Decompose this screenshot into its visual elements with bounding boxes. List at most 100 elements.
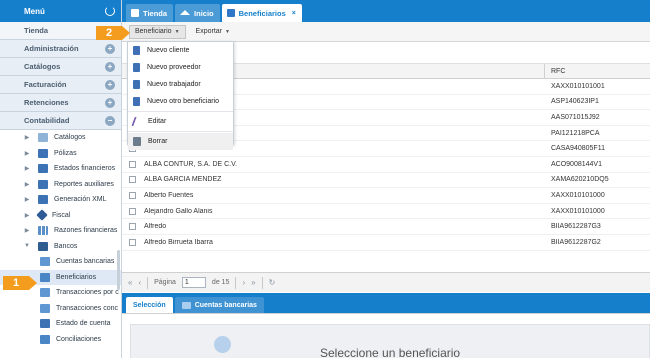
page-number-input[interactable]: 1 (181, 277, 206, 288)
tree-item-polizas[interactable]: ▶ Pólizas (0, 146, 121, 162)
refresh-icon[interactable]: ↻ (269, 278, 276, 287)
sidebar-group-administracion[interactable]: Administración + (0, 40, 121, 58)
sidebar-scrollbar[interactable] (117, 250, 120, 290)
menu-item-borrar[interactable]: Borrar (128, 133, 233, 150)
table-row[interactable]: Alberto Fuentes XAXX010101000 (122, 188, 650, 204)
last-page-button[interactable]: » (251, 278, 255, 287)
chevron-right-icon[interactable]: ▶ (22, 150, 32, 157)
chevron-right-icon[interactable]: ▶ (22, 212, 32, 219)
menu-item-label: Editar (148, 118, 167, 125)
divider (261, 276, 263, 289)
tab-beneficiarios[interactable]: Beneficiarios × (221, 4, 302, 22)
new-document-icon (133, 97, 140, 106)
tree-item-cuentas-bancarias[interactable]: Cuentas bancarias (0, 254, 121, 270)
refresh-icon[interactable] (105, 6, 115, 16)
sidebar-group-label: Administración (24, 44, 79, 53)
menu-item-nuevo-cliente[interactable]: Nuevo cliente (128, 42, 233, 59)
sidebar-group-label: Contabilidad (24, 116, 70, 125)
chevron-down-icon: ▼ (174, 28, 180, 35)
table-row[interactable]: ALBA GARCIA MENDEZ XAMA620210DQ5 (122, 173, 650, 189)
row-checkbox[interactable] (129, 223, 136, 231)
document-icon (40, 319, 50, 329)
table-row[interactable]: Alfredo BIIA9612287G3 (122, 219, 650, 235)
sidebar-group-facturacion[interactable]: Facturación + (0, 76, 121, 94)
column-header-rfc[interactable]: RFC (545, 64, 565, 78)
sidebar-group-label: Facturación (24, 80, 67, 89)
sidebar-group-catalogos[interactable]: Catálogos + (0, 58, 121, 76)
chevron-right-icon[interactable]: ▶ (22, 196, 32, 203)
tree-item-conciliaciones[interactable]: Conciliaciones (0, 332, 121, 348)
divider (235, 276, 237, 289)
chevron-right-icon[interactable]: ▶ (22, 165, 32, 172)
table-row[interactable]: Alfredo Birrueta Ibarra BIIA9612287G2 (122, 235, 650, 251)
expand-icon[interactable]: + (105, 43, 115, 54)
step-badge-1: 1 (3, 276, 37, 290)
tree-item-estado-de-cuenta[interactable]: Estado de cuenta (0, 316, 121, 332)
tree-item-label: Cuentas bancarias (56, 258, 115, 266)
cell-rfc: XAXX010101001 (551, 82, 605, 90)
tree-item-label: Estado de cuenta (56, 320, 111, 328)
row-checkbox[interactable] (129, 191, 136, 199)
row-checkbox[interactable] (129, 207, 136, 215)
detail-panel: Seleccione un beneficiario (122, 313, 650, 358)
sidebar-group-label: Catálogos (24, 62, 61, 71)
tree-item-estados-financieros[interactable]: ▶ Estados financieros (0, 161, 121, 177)
chart-icon (38, 226, 48, 236)
tab-inicio[interactable]: Inicio (175, 4, 220, 22)
exportar-menu-button[interactable]: Exportar ▼ (190, 25, 236, 39)
sidebar-group-retenciones[interactable]: Retenciones + (0, 94, 121, 112)
tree-item-label: Conciliaciones (56, 335, 102, 343)
divider (147, 276, 149, 289)
chevron-right-icon[interactable]: ▶ (22, 181, 32, 188)
tree-item-catalogos[interactable]: ▶ Catálogos (0, 130, 121, 146)
cell-rfc: CASA940805F11 (551, 145, 605, 153)
tree-item-transacciones-conc[interactable]: Transacciones conc (0, 301, 121, 317)
cell-rfc: PAI121218PCA (551, 129, 600, 137)
menu-item-nuevo-trabajador[interactable]: Nuevo trabajador (128, 76, 233, 93)
tree-item-label: Catálogos (54, 134, 86, 142)
chevron-down-icon: ▼ (225, 28, 230, 35)
expand-icon[interactable]: + (105, 97, 115, 108)
menu-item-editar[interactable]: Editar (128, 113, 233, 130)
toolbar: Beneficiario ▼ Exportar ▼ (122, 22, 650, 42)
first-page-button[interactable]: « (128, 278, 132, 287)
chevron-right-icon[interactable]: ▶ (22, 227, 32, 234)
cell-rfc: XAMA620210DQ5 (551, 176, 609, 184)
tree-item-bancos[interactable]: ▼ Bancos (0, 239, 121, 255)
tree-item-fiscal[interactable]: ▶ Fiscal (0, 208, 121, 224)
tab-cuentas-bancarias[interactable]: Cuentas bancarias (174, 297, 264, 313)
tree-item-razones-financieras[interactable]: ▶ Razones financieras (0, 223, 121, 239)
tree-item-generacion-xml[interactable]: ▶ Generación XML (0, 192, 121, 208)
table-row[interactable]: Alejandro Gallo Alanis XAXX010101000 (122, 204, 650, 220)
collapse-icon[interactable]: − (105, 115, 115, 126)
row-checkbox[interactable] (129, 176, 136, 184)
chevron-down-icon[interactable]: ▼ (22, 243, 32, 249)
row-checkbox[interactable] (129, 238, 136, 246)
close-icon[interactable]: × (292, 10, 296, 17)
sidebar-group-label: Retenciones (24, 98, 69, 107)
menu-item-nuevo-otro-beneficiario[interactable]: Nuevo otro beneficiario (128, 93, 233, 110)
row-checkbox[interactable] (129, 160, 136, 168)
menu-item-nuevo-proveedor[interactable]: Nuevo proveedor (128, 59, 233, 76)
cell-name: ALBA GARCIA MENDEZ (144, 176, 222, 184)
tab-seleccion[interactable]: Selección (126, 297, 173, 313)
sidebar-header: Menú (0, 0, 121, 22)
expand-icon[interactable]: + (105, 79, 115, 90)
tree-item-reportes-auxiliares[interactable]: ▶ Reportes auxiliares (0, 177, 121, 193)
cell-rfc: AAS071015J92 (551, 113, 600, 121)
expand-icon[interactable]: + (105, 61, 115, 72)
page-count-label: de 15 (211, 279, 230, 286)
beneficiario-menu-button[interactable]: Beneficiario ▼ (129, 24, 186, 39)
table-row[interactable]: ALBA CONTUR, S.A. DE C.V. ACO9008144V1 (122, 157, 650, 173)
menu-item-label: Borrar (148, 138, 168, 145)
new-document-icon (133, 46, 140, 55)
tree-item-label: Generación XML (54, 196, 107, 204)
beneficiario-dropdown-menu: Nuevo cliente Nuevo proveedor Nuevo trab… (127, 41, 234, 150)
document-icon (38, 164, 48, 174)
next-page-button[interactable]: › (242, 278, 245, 287)
sidebar-group-contabilidad[interactable]: Contabilidad − (0, 112, 121, 130)
edit-icon (131, 117, 143, 126)
prev-page-button[interactable]: ‹ (138, 278, 141, 287)
tab-tienda[interactable]: Tienda (126, 4, 174, 22)
chevron-right-icon[interactable]: ▶ (22, 134, 32, 141)
